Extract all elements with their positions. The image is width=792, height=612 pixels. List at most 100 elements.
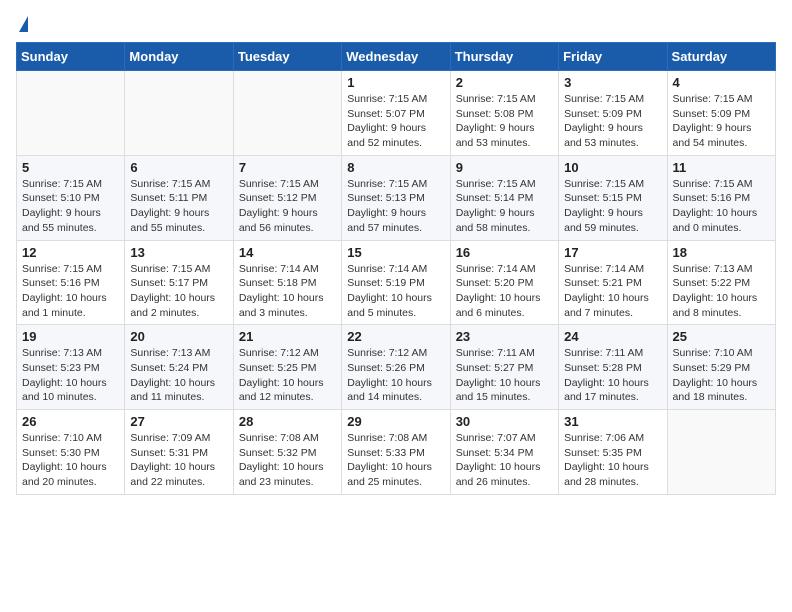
day-info: Sunrise: 7:12 AMSunset: 5:26 PMDaylight:… bbox=[347, 346, 444, 405]
day-info: Sunrise: 7:15 AMSunset: 5:15 PMDaylight:… bbox=[564, 177, 661, 236]
day-number: 10 bbox=[564, 160, 661, 175]
calendar-day-cell: 8 Sunrise: 7:15 AMSunset: 5:13 PMDaylight… bbox=[342, 155, 450, 240]
calendar-day-cell: 30 Sunrise: 7:07 AMSunset: 5:34 PMDayligh… bbox=[450, 410, 558, 495]
day-info: Sunrise: 7:10 AMSunset: 5:30 PMDaylight:… bbox=[22, 431, 119, 490]
calendar-week-row: 12 Sunrise: 7:15 AMSunset: 5:16 PMDayligh… bbox=[17, 240, 776, 325]
day-info: Sunrise: 7:11 AMSunset: 5:27 PMDaylight:… bbox=[456, 346, 553, 405]
day-number: 8 bbox=[347, 160, 444, 175]
day-info: Sunrise: 7:15 AMSunset: 5:07 PMDaylight:… bbox=[347, 92, 444, 151]
day-number: 3 bbox=[564, 75, 661, 90]
day-info: Sunrise: 7:11 AMSunset: 5:28 PMDaylight:… bbox=[564, 346, 661, 405]
logo-triangle-icon bbox=[19, 16, 28, 32]
calendar-day-cell: 10 Sunrise: 7:15 AMSunset: 5:15 PMDayligh… bbox=[559, 155, 667, 240]
calendar-day-cell: 5Sunrise: 7:15 AMSunset: 5:10 PMDaylight… bbox=[17, 155, 125, 240]
calendar-day-cell bbox=[233, 71, 341, 156]
calendar-day-header: Monday bbox=[125, 43, 233, 71]
calendar-day-cell: 6Sunrise: 7:15 AMSunset: 5:11 PMDaylight… bbox=[125, 155, 233, 240]
calendar-day-header: Friday bbox=[559, 43, 667, 71]
day-info: Sunrise: 7:13 AMSunset: 5:23 PMDaylight:… bbox=[22, 346, 119, 405]
day-info: Sunrise: 7:10 AMSunset: 5:29 PMDaylight:… bbox=[673, 346, 770, 405]
calendar-week-row: 19 Sunrise: 7:13 AMSunset: 5:23 PMDayligh… bbox=[17, 325, 776, 410]
day-number: 31 bbox=[564, 414, 661, 429]
calendar-week-row: 5Sunrise: 7:15 AMSunset: 5:10 PMDaylight… bbox=[17, 155, 776, 240]
calendar-day-cell: 2 Sunrise: 7:15 AMSunset: 5:08 PMDaylight… bbox=[450, 71, 558, 156]
calendar-day-cell: 9 Sunrise: 7:15 AMSunset: 5:14 PMDaylight… bbox=[450, 155, 558, 240]
day-info: Sunrise: 7:09 AMSunset: 5:31 PMDaylight:… bbox=[130, 431, 227, 490]
day-number: 13 bbox=[130, 245, 227, 260]
day-info: Sunrise: 7:15 AMSunset: 5:11 PMDaylight:… bbox=[130, 177, 227, 236]
day-info: Sunrise: 7:14 AMSunset: 5:21 PMDaylight:… bbox=[564, 262, 661, 321]
day-info: Sunrise: 7:15 AMSunset: 5:13 PMDaylight:… bbox=[347, 177, 444, 236]
calendar-day-cell bbox=[667, 410, 775, 495]
day-info: Sunrise: 7:15 AMSunset: 5:09 PMDaylight:… bbox=[673, 92, 770, 151]
calendar-day-cell: 23Sunrise: 7:11 AMSunset: 5:27 PMDayligh… bbox=[450, 325, 558, 410]
calendar-day-header: Sunday bbox=[17, 43, 125, 71]
day-number: 25 bbox=[673, 329, 770, 344]
day-info: Sunrise: 7:07 AMSunset: 5:34 PMDaylight:… bbox=[456, 431, 553, 490]
calendar-day-cell: 12 Sunrise: 7:15 AMSunset: 5:16 PMDayligh… bbox=[17, 240, 125, 325]
calendar-day-cell: 21 Sunrise: 7:12 AMSunset: 5:25 PMDayligh… bbox=[233, 325, 341, 410]
calendar-day-cell: 13 Sunrise: 7:15 AMSunset: 5:17 PMDayligh… bbox=[125, 240, 233, 325]
calendar-day-cell: 25 Sunrise: 7:10 AMSunset: 5:29 PMDayligh… bbox=[667, 325, 775, 410]
day-number: 2 bbox=[456, 75, 553, 90]
day-info: Sunrise: 7:08 AMSunset: 5:33 PMDaylight:… bbox=[347, 431, 444, 490]
day-info: Sunrise: 7:15 AMSunset: 5:14 PMDaylight:… bbox=[456, 177, 553, 236]
calendar-day-cell: 24 Sunrise: 7:11 AMSunset: 5:28 PMDayligh… bbox=[559, 325, 667, 410]
day-info: Sunrise: 7:15 AMSunset: 5:12 PMDaylight:… bbox=[239, 177, 336, 236]
page-header bbox=[16, 16, 776, 34]
day-number: 20 bbox=[130, 329, 227, 344]
calendar-day-cell: 16Sunrise: 7:14 AMSunset: 5:20 PMDayligh… bbox=[450, 240, 558, 325]
day-number: 1 bbox=[347, 75, 444, 90]
day-number: 4 bbox=[673, 75, 770, 90]
day-number: 21 bbox=[239, 329, 336, 344]
calendar-day-cell: 7 Sunrise: 7:15 AMSunset: 5:12 PMDaylight… bbox=[233, 155, 341, 240]
calendar-day-cell: 1 Sunrise: 7:15 AMSunset: 5:07 PMDaylight… bbox=[342, 71, 450, 156]
calendar-day-cell: 27Sunrise: 7:09 AMSunset: 5:31 PMDayligh… bbox=[125, 410, 233, 495]
day-info: Sunrise: 7:14 AMSunset: 5:18 PMDaylight:… bbox=[239, 262, 336, 321]
calendar-day-cell: 18 Sunrise: 7:13 AMSunset: 5:22 PMDayligh… bbox=[667, 240, 775, 325]
day-info: Sunrise: 7:15 AMSunset: 5:08 PMDaylight:… bbox=[456, 92, 553, 151]
calendar-day-cell: 29 Sunrise: 7:08 AMSunset: 5:33 PMDayligh… bbox=[342, 410, 450, 495]
calendar-day-cell bbox=[125, 71, 233, 156]
day-info: Sunrise: 7:12 AMSunset: 5:25 PMDaylight:… bbox=[239, 346, 336, 405]
day-info: Sunrise: 7:15 AMSunset: 5:17 PMDaylight:… bbox=[130, 262, 227, 321]
day-info: Sunrise: 7:15 AMSunset: 5:16 PMDaylight:… bbox=[22, 262, 119, 321]
day-info: Sunrise: 7:08 AMSunset: 5:32 PMDaylight:… bbox=[239, 431, 336, 490]
day-number: 19 bbox=[22, 329, 119, 344]
logo bbox=[16, 16, 28, 34]
day-info: Sunrise: 7:13 AMSunset: 5:22 PMDaylight:… bbox=[673, 262, 770, 321]
day-number: 16 bbox=[456, 245, 553, 260]
calendar-day-cell: 17Sunrise: 7:14 AMSunset: 5:21 PMDayligh… bbox=[559, 240, 667, 325]
day-number: 9 bbox=[456, 160, 553, 175]
calendar-day-header: Wednesday bbox=[342, 43, 450, 71]
calendar-table: SundayMondayTuesdayWednesdayThursdayFrid… bbox=[16, 42, 776, 495]
day-info: Sunrise: 7:14 AMSunset: 5:19 PMDaylight:… bbox=[347, 262, 444, 321]
day-info: Sunrise: 7:13 AMSunset: 5:24 PMDaylight:… bbox=[130, 346, 227, 405]
calendar-day-header: Tuesday bbox=[233, 43, 341, 71]
day-info: Sunrise: 7:15 AMSunset: 5:16 PMDaylight:… bbox=[673, 177, 770, 236]
calendar-day-cell: 26 Sunrise: 7:10 AMSunset: 5:30 PMDayligh… bbox=[17, 410, 125, 495]
calendar-day-cell: 15 Sunrise: 7:14 AMSunset: 5:19 PMDayligh… bbox=[342, 240, 450, 325]
day-number: 15 bbox=[347, 245, 444, 260]
calendar-day-cell: 22 Sunrise: 7:12 AMSunset: 5:26 PMDayligh… bbox=[342, 325, 450, 410]
day-number: 18 bbox=[673, 245, 770, 260]
day-number: 30 bbox=[456, 414, 553, 429]
day-number: 24 bbox=[564, 329, 661, 344]
day-number: 7 bbox=[239, 160, 336, 175]
calendar-header-row: SundayMondayTuesdayWednesdayThursdayFrid… bbox=[17, 43, 776, 71]
day-number: 11 bbox=[673, 160, 770, 175]
day-number: 12 bbox=[22, 245, 119, 260]
day-info: Sunrise: 7:06 AMSunset: 5:35 PMDaylight:… bbox=[564, 431, 661, 490]
calendar-day-cell: 31 Sunrise: 7:06 AMSunset: 5:35 PMDayligh… bbox=[559, 410, 667, 495]
day-number: 28 bbox=[239, 414, 336, 429]
day-number: 5 bbox=[22, 160, 119, 175]
day-number: 26 bbox=[22, 414, 119, 429]
day-number: 22 bbox=[347, 329, 444, 344]
calendar-day-header: Saturday bbox=[667, 43, 775, 71]
calendar-day-cell: 28 Sunrise: 7:08 AMSunset: 5:32 PMDayligh… bbox=[233, 410, 341, 495]
calendar-day-cell: 4 Sunrise: 7:15 AMSunset: 5:09 PMDaylight… bbox=[667, 71, 775, 156]
calendar-day-header: Thursday bbox=[450, 43, 558, 71]
day-number: 29 bbox=[347, 414, 444, 429]
calendar-day-cell: 11 Sunrise: 7:15 AMSunset: 5:16 PMDayligh… bbox=[667, 155, 775, 240]
calendar-day-cell: 3Sunrise: 7:15 AMSunset: 5:09 PMDaylight… bbox=[559, 71, 667, 156]
